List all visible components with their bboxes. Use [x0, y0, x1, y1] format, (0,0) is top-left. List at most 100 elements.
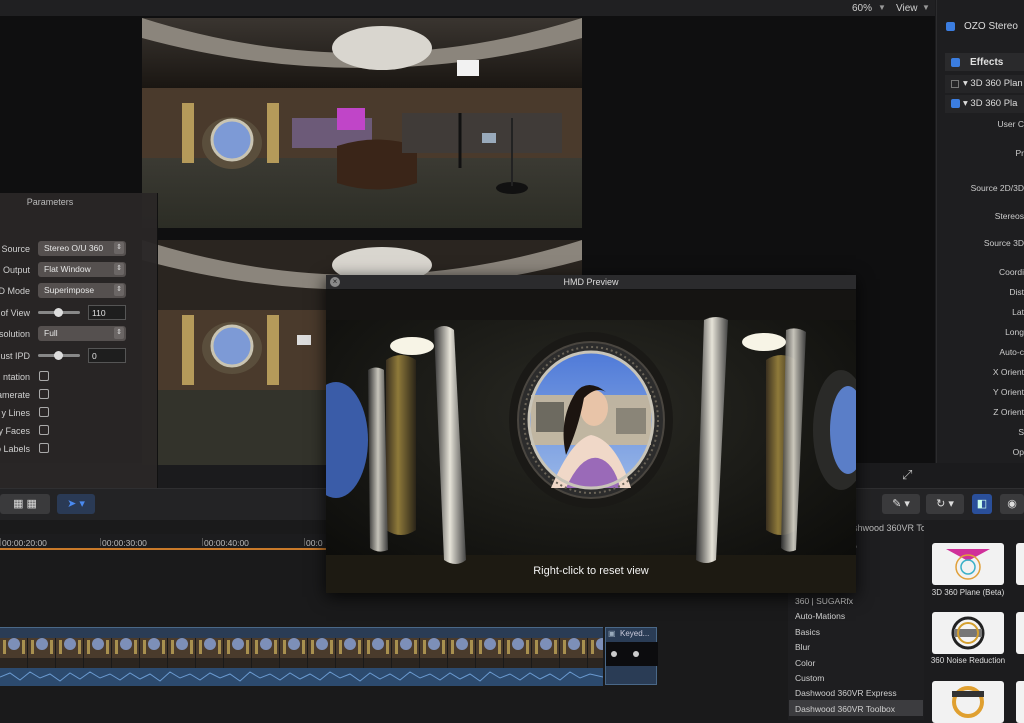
- param-label: amerate: [0, 390, 30, 400]
- fx-toggle-checkbox[interactable]: [951, 99, 960, 108]
- category-item[interactable]: Auto-Mations: [795, 611, 845, 621]
- ruler-tick: [202, 538, 203, 546]
- panorama-top-eye: [142, 18, 582, 228]
- effects-browser-button[interactable]: ◧: [972, 494, 992, 514]
- window-title: HMD Preview: [326, 277, 856, 287]
- zoom-level[interactable]: 60%: [852, 3, 872, 14]
- effect-thumbnail-3[interactable]: [932, 681, 1004, 723]
- param-label: Source: [1, 244, 30, 254]
- effect-thumbnail-3d-360-plane[interactable]: [932, 543, 1004, 585]
- output-select[interactable]: Flat Window ⇕: [38, 262, 126, 277]
- select-tool-button[interactable]: ➤ ▾: [57, 494, 95, 514]
- param-orientation: ntation: [0, 369, 158, 387]
- video-clip[interactable]: [0, 627, 603, 685]
- param-source: Source Stereo O/U 360⇕: [0, 241, 158, 259]
- insp-param-label: Dist: [1009, 287, 1024, 297]
- insp-param-label: User C: [998, 119, 1024, 129]
- insp-param-label: Auto-c: [999, 347, 1024, 357]
- orientation-checkbox[interactable]: [39, 371, 49, 381]
- mode-select[interactable]: Superimpose ⇕: [38, 283, 126, 298]
- category-item[interactable]: Custom: [795, 673, 824, 683]
- effect-thumbnail-label: 360 Noise Reduction: [930, 656, 1006, 666]
- param-label: ntation: [3, 372, 30, 382]
- inspector-title: OZO Stereo: [964, 21, 1018, 32]
- category-item[interactable]: 360 | SUGARfx: [795, 596, 853, 606]
- fx-name: ▾ 3D 360 Pla: [963, 98, 1017, 109]
- category-item[interactable]: Blur: [795, 642, 810, 652]
- category-item-selected[interactable]: Dashwood 360VR Toolbox: [795, 704, 895, 714]
- retime-button[interactable]: ↻ ▾: [926, 494, 964, 514]
- faces-checkbox[interactable]: [39, 425, 49, 435]
- viewer-top-bar: [0, 0, 935, 16]
- insp-param-label: Op: [1013, 447, 1024, 457]
- select-value: Flat Window: [44, 264, 91, 274]
- hmd-preview-window[interactable]: × HMD Preview: [326, 275, 856, 593]
- stepper-icon: ⇕: [114, 284, 124, 296]
- effect-thumbnail-360-noise-reduction[interactable]: [932, 612, 1004, 654]
- fx-row-2[interactable]: ▾ 3D 360 Pla: [945, 95, 1024, 113]
- effect-thumbnail-partial[interactable]: [1016, 612, 1024, 654]
- insp-param-label: X Orient: [993, 367, 1024, 377]
- category-item[interactable]: Dashwood 360VR Express: [795, 688, 897, 698]
- ipd-slider[interactable]: [38, 354, 80, 357]
- expand-icon[interactable]: ⤢: [902, 467, 912, 483]
- param-label: y Faces: [0, 426, 30, 436]
- insp-param-label: Pr: [1016, 148, 1024, 158]
- insp-param-label: Z Orient: [993, 407, 1024, 417]
- param-field-of-view: of View 110: [0, 305, 158, 323]
- resolution-select[interactable]: Full⇕: [38, 326, 126, 341]
- ruler-tick: [100, 538, 101, 546]
- insp-param-label: Stereos: [995, 211, 1024, 221]
- camerate-checkbox[interactable]: [39, 389, 49, 399]
- ruler-tick: [0, 538, 1, 546]
- parameters-panel: Parameters Source Stereo O/U 360⇕ Output…: [0, 193, 158, 488]
- param-labels: o Labels: [0, 441, 158, 459]
- lines-checkbox[interactable]: [39, 407, 49, 417]
- category-item[interactable]: Color: [795, 658, 815, 668]
- chevron-down-icon[interactable]: ▼: [878, 3, 886, 12]
- slider-knob[interactable]: [54, 351, 63, 360]
- effect-thumbnail-partial[interactable]: [1016, 681, 1024, 723]
- param-output: Output Flat Window⇕: [0, 262, 158, 280]
- camera-icon[interactable]: ◉: [1000, 494, 1024, 514]
- effect-thumbnail-partial[interactable]: [1016, 543, 1024, 585]
- fx-name: ▾ 3D 360 Plan: [963, 78, 1023, 89]
- insp-param-label: Coordi: [999, 267, 1024, 277]
- param-label: D Mode: [0, 286, 30, 296]
- insp-param-label: S: [1018, 427, 1024, 437]
- slider-knob[interactable]: [54, 308, 63, 317]
- param-label: o Labels: [0, 444, 30, 454]
- timecode-label: 00:00:30:00: [102, 538, 147, 548]
- fov-value-field[interactable]: 110: [88, 305, 126, 320]
- effects-toggle[interactable]: [951, 58, 960, 67]
- param-label: of View: [1, 308, 30, 318]
- inspector-params: User C Pr Source 2D/3D Stereos Source 3D…: [936, 116, 1024, 466]
- stepper-icon: ⇕: [114, 263, 124, 275]
- param-faces: y Faces: [0, 423, 158, 441]
- enhance-button[interactable]: ✎ ▾: [882, 494, 920, 514]
- fx-row-1[interactable]: ▾ 3D 360 Plan: [945, 75, 1024, 93]
- param-label: just IPD: [0, 351, 30, 361]
- ipd-value-field[interactable]: 0: [88, 348, 126, 363]
- param-camerate: amerate: [0, 387, 158, 405]
- hmd-scene-view[interactable]: [326, 290, 856, 593]
- fov-slider[interactable]: [38, 311, 80, 314]
- fx-toggle-checkbox[interactable]: [951, 80, 959, 88]
- select-value: Superimpose: [44, 285, 94, 295]
- timecode-label: 00:00:40:00: [204, 538, 249, 548]
- insp-param-label: Lat: [1012, 307, 1024, 317]
- insp-param-label: Source 3D: [984, 238, 1024, 248]
- insp-param-label: Source 2D/3D: [971, 183, 1024, 193]
- source-select[interactable]: Stereo O/U 360⇕: [38, 241, 126, 256]
- clip-edit-buttons[interactable]: ▦ ▦: [0, 494, 50, 514]
- insp-param-label: Y Orient: [993, 387, 1024, 397]
- chevron-down-icon[interactable]: ▼: [922, 3, 930, 12]
- reset-view-hint: Right-click to reset view: [326, 565, 856, 577]
- view-menu[interactable]: View: [896, 3, 918, 14]
- category-item[interactable]: Basics: [795, 627, 820, 637]
- effects-label: Effects: [970, 57, 1003, 68]
- effect-thumbnail-label: 3D 360 Plane (Beta): [930, 588, 1006, 598]
- clip-icon: ▣: [608, 629, 616, 638]
- effect-icon: [946, 22, 955, 31]
- labels-checkbox[interactable]: [39, 443, 49, 453]
